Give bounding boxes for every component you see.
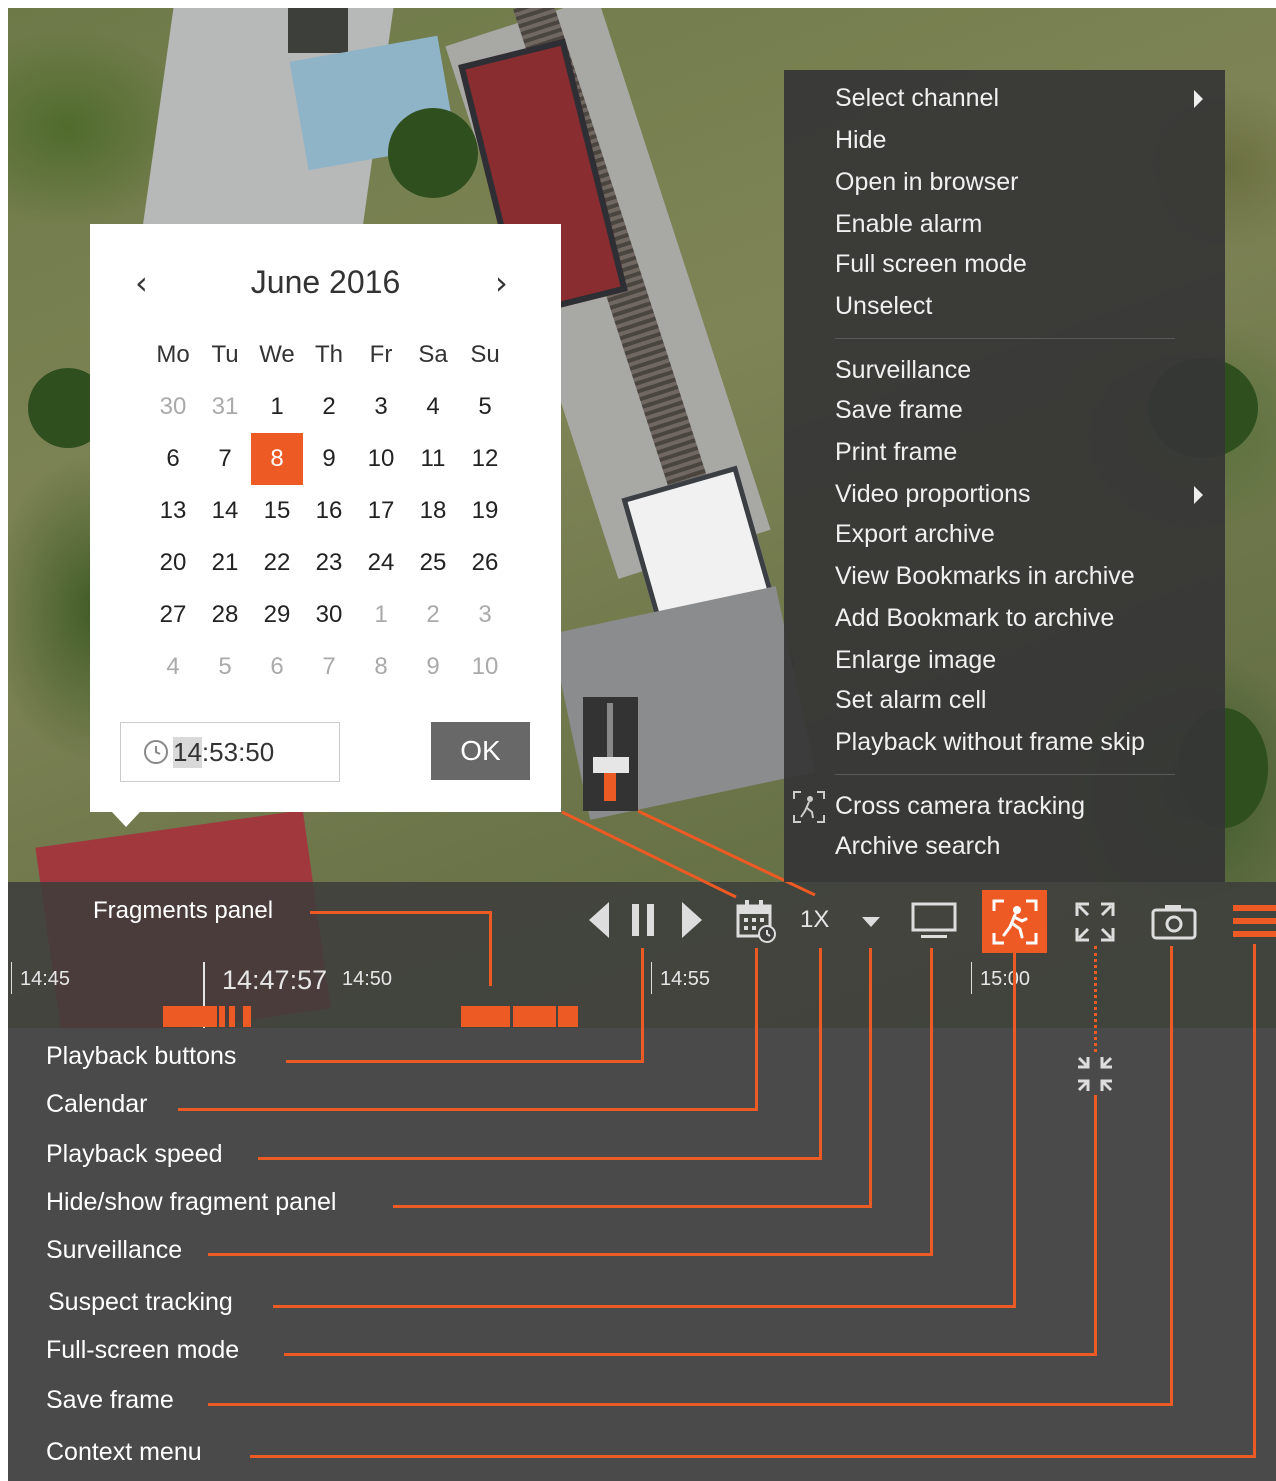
calendar-day[interactable]: 15	[251, 485, 303, 537]
clock-icon	[144, 740, 168, 764]
menu-item-open-in-browser[interactable]: Open in browser	[835, 168, 1018, 197]
calendar-day[interactable]: 14	[199, 485, 251, 537]
calendar-day[interactable]: 7	[303, 641, 355, 693]
calendar-month-title: June 2016	[250, 264, 401, 300]
calendar-day[interactable]: 4	[147, 641, 199, 693]
calendar-day[interactable]: 2	[303, 381, 355, 433]
calendar-day[interactable]: 3	[459, 589, 511, 641]
calendar-day[interactable]: 5	[459, 381, 511, 433]
calendar-day[interactable]: 23	[303, 537, 355, 589]
slider-handle[interactable]	[593, 757, 629, 773]
calendar-day[interactable]: 8	[355, 641, 407, 693]
weekday-header: We	[259, 341, 295, 368]
speed-slider[interactable]	[583, 697, 638, 811]
menu-item-video-proportions[interactable]: Video proportions	[835, 480, 1031, 509]
weekday-header: Tu	[211, 341, 239, 368]
time-minutes-seconds[interactable]: :53:50	[202, 737, 274, 768]
chevron-right-icon	[1194, 486, 1203, 504]
next-month-button[interactable]: ›	[495, 264, 508, 302]
calendar-day[interactable]: 1	[355, 589, 407, 641]
weekday-header: Th	[314, 341, 343, 368]
menu-item-save-frame[interactable]: Save frame	[835, 396, 963, 425]
calendar-day[interactable]: 30	[147, 381, 199, 433]
calendar-grid: Mo Tu We Th Fr Sa Su 30 31 1 2 3 4 5 6 7…	[147, 329, 511, 693]
menu-item-set-alarm-cell[interactable]: Set alarm cell	[835, 686, 986, 715]
calendar-day[interactable]: 25	[407, 537, 459, 589]
calendar-day[interactable]: 7	[199, 433, 251, 485]
weekday-header: Sa	[418, 341, 448, 368]
calendar-day[interactable]: 16	[303, 485, 355, 537]
calendar-day[interactable]: 24	[355, 537, 407, 589]
calendar-day[interactable]: 10	[459, 641, 511, 693]
calendar-day[interactable]: 6	[251, 641, 303, 693]
calendar-day[interactable]: 27	[147, 589, 199, 641]
weekday-header: Fr	[369, 341, 393, 368]
time-hours[interactable]: 14	[173, 736, 202, 768]
weekday-header: Mo	[156, 341, 190, 368]
weekday-header: Su	[470, 341, 500, 368]
calendar-day[interactable]: 3	[355, 381, 407, 433]
menu-item-print-frame[interactable]: Print frame	[835, 438, 957, 467]
calendar-day[interactable]: 28	[199, 589, 251, 641]
menu-item-export-archive[interactable]: Export archive	[835, 520, 995, 549]
calendar-day[interactable]: 22	[251, 537, 303, 589]
menu-separator	[835, 774, 1175, 775]
calendar-day[interactable]: 19	[459, 485, 511, 537]
calendar-day[interactable]: 13	[147, 485, 199, 537]
ok-button[interactable]: OK	[431, 722, 530, 780]
calendar-day[interactable]: 18	[407, 485, 459, 537]
calendar-day[interactable]: 30	[303, 589, 355, 641]
menu-item-select-channel[interactable]: Select channel	[835, 84, 999, 113]
calendar-day[interactable]: 4	[407, 381, 459, 433]
calendar-popup: ‹ June 2016 › Mo Tu We Th Fr Sa Su 30 31…	[90, 224, 561, 827]
chevron-right-icon	[1194, 90, 1203, 108]
calendar-day[interactable]: 5	[199, 641, 251, 693]
calendar-day-selected[interactable]: 8	[251, 433, 303, 485]
menu-separator	[835, 338, 1175, 339]
menu-item-playback-without-frame-skip[interactable]: Playback without frame skip	[835, 728, 1145, 757]
calendar-day[interactable]: 17	[355, 485, 407, 537]
calendar-day[interactable]: 26	[459, 537, 511, 589]
suspect-tracking-icon	[793, 791, 825, 823]
context-menu: Select channel Hide Open in browser Enab…	[784, 70, 1225, 882]
menu-item-add-bookmark[interactable]: Add Bookmark to archive	[835, 604, 1114, 633]
menu-item-unselect[interactable]: Unselect	[835, 292, 932, 321]
calendar-day[interactable]: 2	[407, 589, 459, 641]
menu-item-enlarge-image[interactable]: Enlarge image	[835, 646, 996, 675]
menu-item-view-bookmarks[interactable]: View Bookmarks in archive	[835, 562, 1135, 591]
calendar-day[interactable]: 12	[459, 433, 511, 485]
calendar-day[interactable]: 21	[199, 537, 251, 589]
calendar-day[interactable]: 20	[147, 537, 199, 589]
menu-item-hide[interactable]: Hide	[835, 126, 886, 155]
calendar-day[interactable]: 29	[251, 589, 303, 641]
menu-item-surveillance[interactable]: Surveillance	[835, 356, 971, 385]
calendar-day[interactable]: 6	[147, 433, 199, 485]
menu-item-archive-search[interactable]: Archive search	[835, 832, 1000, 861]
calendar-day[interactable]: 9	[303, 433, 355, 485]
time-input[interactable]: 14:53:50	[120, 722, 340, 782]
menu-item-enable-alarm[interactable]: Enable alarm	[835, 210, 982, 239]
calendar-day[interactable]: 10	[355, 433, 407, 485]
calendar-day[interactable]: 9	[407, 641, 459, 693]
menu-item-cross-camera-tracking[interactable]: Cross camera tracking	[835, 792, 1085, 821]
calendar-day[interactable]: 11	[407, 433, 459, 485]
calendar-day[interactable]: 31	[199, 381, 251, 433]
menu-item-full-screen-mode[interactable]: Full screen mode	[835, 250, 1027, 279]
calendar-day[interactable]: 1	[251, 381, 303, 433]
